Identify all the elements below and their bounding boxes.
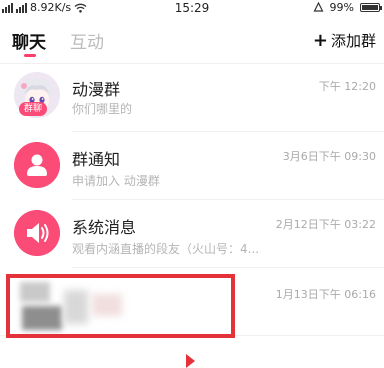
chat-item-group-notice[interactable]: 群通知 申请加入 动漫群 3月6日下午 09:30 — [0, 132, 384, 200]
chat-time: 下午 12:20 — [318, 80, 376, 93]
chat-time: 1月13日下午 06:16 — [275, 288, 376, 301]
chat-subtitle: 观看内涵直播的段友（火山号：4... — [72, 242, 260, 256]
alarm-icon — [313, 2, 324, 12]
tab-chat[interactable]: 聊天 — [12, 28, 46, 53]
tab-active-indicator — [24, 54, 36, 57]
chat-title: 群通知 — [72, 150, 121, 169]
status-bar: 8.92K/s 15:29 99% — [0, 0, 384, 18]
person-icon — [14, 142, 60, 188]
battery-fill — [362, 5, 378, 10]
chat-title: 动漫群 — [72, 80, 121, 99]
highlight-box — [6, 274, 235, 338]
chat-item-anime-group[interactable]: 群聊 动漫群 你们哪里的 下午 12:20 — [0, 64, 384, 132]
tab-interaction[interactable]: 互动 — [70, 28, 104, 53]
battery-percent: 99% — [329, 1, 354, 14]
add-group-button[interactable]: + 添加群 — [313, 30, 376, 51]
group-badge: 群聊 — [19, 102, 47, 116]
battery-icon — [360, 3, 382, 12]
status-right: 99% — [313, 1, 382, 14]
header: 聊天 互动 + 添加群 — [0, 22, 384, 62]
chat-title: 系统消息 — [72, 218, 137, 237]
speaker-icon — [14, 210, 60, 256]
chat-time: 2月12日下午 03:22 — [275, 218, 376, 231]
chat-time: 3月6日下午 09:30 — [282, 150, 376, 163]
add-group-label: 添加群 — [330, 32, 376, 50]
chat-subtitle: 申请加入 动漫群 — [72, 174, 160, 188]
chat-subtitle: 你们哪里的 — [72, 102, 133, 116]
chat-item-system-message[interactable]: 系统消息 观看内涵直播的段友（火山号：4... 2月12日下午 03:22 — [0, 200, 384, 268]
plus-icon: + — [312, 29, 328, 51]
